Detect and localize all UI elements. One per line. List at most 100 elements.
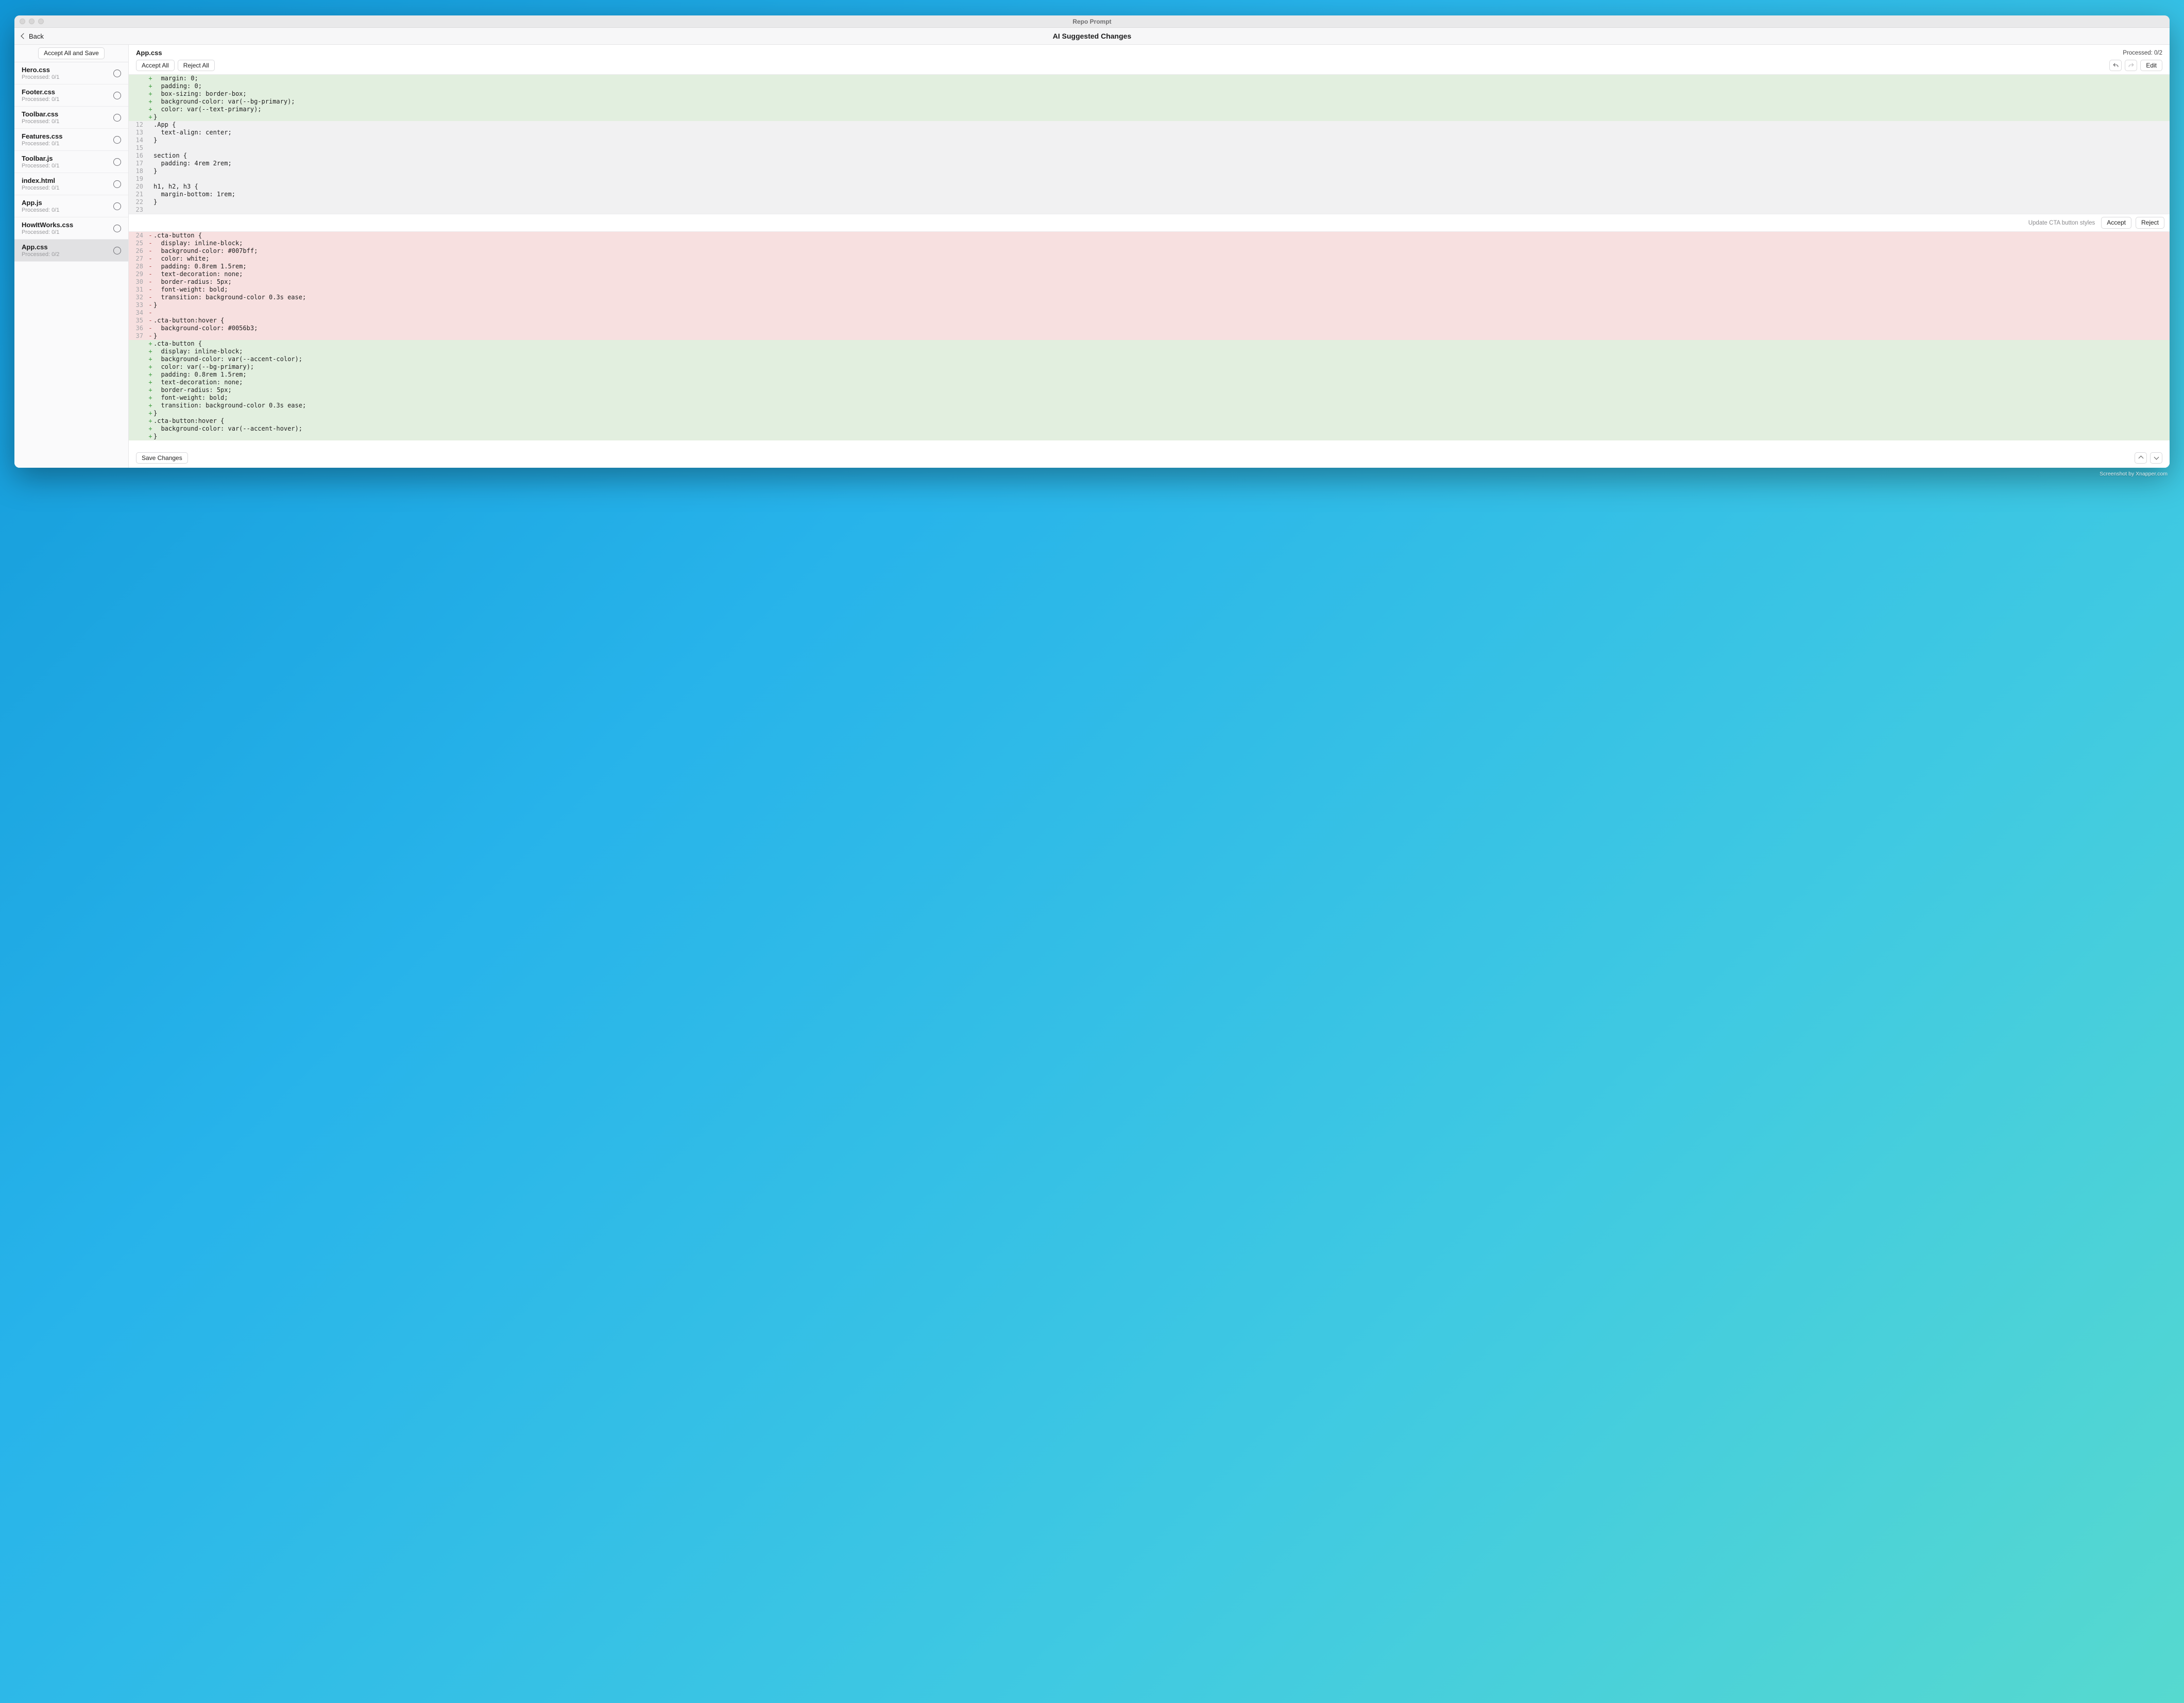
titlebar: Repo Prompt: [14, 15, 2170, 28]
file-name: App.css: [22, 243, 59, 251]
status-ring-icon: [113, 202, 121, 210]
file-item[interactable]: HowItWorks.cssProcessed: 0/1: [14, 217, 128, 240]
watermark: Screenshot by Xnapper.com: [14, 471, 2170, 477]
file-name: Toolbar.js: [22, 155, 59, 162]
diff-line: + padding: 0.8rem 1.5rem;: [129, 371, 2170, 379]
redo-button[interactable]: [2125, 60, 2137, 71]
diff-line: + padding: 0;: [129, 82, 2170, 90]
file-processed: Processed: 0/1: [22, 141, 63, 147]
diff-line: + color: var(--bg-primary);: [129, 363, 2170, 371]
hunk-description: Update CTA button styles: [2028, 220, 2095, 226]
next-hunk-button[interactable]: [2150, 452, 2162, 464]
app-title: Repo Prompt: [14, 18, 2170, 25]
footer: Save Changes: [129, 448, 2170, 468]
diff-line: 19: [129, 175, 2170, 183]
chevron-up-icon: [2138, 456, 2143, 461]
diff-scroll[interactable]: + margin: 0;+ padding: 0;+ box-sizing: b…: [129, 75, 2170, 448]
file-item[interactable]: Features.cssProcessed: 0/1: [14, 129, 128, 151]
file-item[interactable]: App.jsProcessed: 0/1: [14, 195, 128, 217]
file-name: Hero.css: [22, 66, 59, 74]
app-window: Repo Prompt Back AI Suggested Changes Ac…: [14, 15, 2170, 468]
diff-line: 31- font-weight: bold;: [129, 286, 2170, 294]
file-item[interactable]: Hero.cssProcessed: 0/1: [14, 62, 128, 84]
hunk-reject-button[interactable]: Reject: [2136, 217, 2164, 228]
edit-button[interactable]: Edit: [2140, 60, 2162, 71]
hunk-toolbar: Update CTA button styles Accept Reject: [129, 214, 2170, 231]
accept-all-button[interactable]: Accept All: [136, 60, 175, 71]
diff-line: + background-color: var(--accent-color);: [129, 355, 2170, 363]
file-processed: Processed: 0/2: [22, 251, 59, 258]
diff-line: 32- transition: background-color 0.3s ea…: [129, 294, 2170, 301]
diff-line: + display: inline-block;: [129, 348, 2170, 355]
file-title: App.css: [136, 49, 162, 57]
file-processed: Processed: 0/1: [22, 229, 73, 235]
accept-all-save-button[interactable]: Accept All and Save: [38, 47, 105, 59]
file-processed: Processed: 0/1: [22, 118, 59, 125]
diff-line: 37-}: [129, 332, 2170, 340]
diff-block-2: 24-.cta-button {25- display: inline-bloc…: [129, 232, 2170, 440]
diff-line: +.cta-button {: [129, 340, 2170, 348]
diff-line: 33-}: [129, 301, 2170, 309]
diff-line: 29- text-decoration: none;: [129, 270, 2170, 278]
diff-line: + border-radius: 5px;: [129, 386, 2170, 394]
sidebar-top: Accept All and Save: [14, 45, 128, 62]
diff-line: +}: [129, 433, 2170, 440]
diff-line: 30- border-radius: 5px;: [129, 278, 2170, 286]
file-list: Hero.cssProcessed: 0/1Footer.cssProcesse…: [14, 62, 128, 468]
reject-all-button[interactable]: Reject All: [178, 60, 215, 71]
file-item[interactable]: Toolbar.cssProcessed: 0/1: [14, 107, 128, 129]
file-item[interactable]: index.htmlProcessed: 0/1: [14, 173, 128, 195]
undo-button[interactable]: [2109, 60, 2122, 71]
diff-line: 26- background-color: #007bff;: [129, 247, 2170, 255]
diff-line: 15: [129, 144, 2170, 152]
diff-line: 28- padding: 0.8rem 1.5rem;: [129, 263, 2170, 270]
diff-line: 36- background-color: #0056b3;: [129, 325, 2170, 332]
diff-line: 17 padding: 4rem 2rem;: [129, 160, 2170, 167]
diff-line: +}: [129, 410, 2170, 417]
diff-line: 14}: [129, 137, 2170, 144]
diff-line: +}: [129, 113, 2170, 121]
file-name: App.js: [22, 199, 59, 207]
file-item[interactable]: Toolbar.jsProcessed: 0/1: [14, 151, 128, 173]
file-processed: Processed: 0/1: [22, 163, 59, 169]
file-processed: Processed: 0/1: [22, 96, 59, 103]
file-name: Toolbar.css: [22, 110, 59, 118]
file-item[interactable]: Footer.cssProcessed: 0/1: [14, 84, 128, 107]
redo-icon: [2128, 62, 2135, 69]
file-name: Footer.css: [22, 88, 59, 96]
diff-line: + background-color: var(--accent-hover);: [129, 425, 2170, 433]
status-ring-icon: [113, 158, 121, 166]
diff-line: 20h1, h2, h3 {: [129, 183, 2170, 191]
body: Accept All and Save Hero.cssProcessed: 0…: [14, 45, 2170, 468]
undo-icon: [2112, 62, 2119, 69]
status-ring-icon: [113, 247, 121, 254]
hunk-accept-button[interactable]: Accept: [2101, 217, 2131, 228]
chevron-down-icon: [2154, 455, 2159, 460]
status-ring-icon: [113, 70, 121, 77]
diff-line: 23: [129, 206, 2170, 214]
diff-line: 25- display: inline-block;: [129, 240, 2170, 247]
sidebar: Accept All and Save Hero.cssProcessed: 0…: [14, 45, 129, 468]
diff-line: 34-: [129, 309, 2170, 317]
diff-line: 22}: [129, 198, 2170, 206]
status-ring-icon: [113, 225, 121, 232]
diff-line: 12.App {: [129, 121, 2170, 129]
status-ring-icon: [113, 136, 121, 144]
file-name: Features.css: [22, 132, 63, 140]
diff-line: 21 margin-bottom: 1rem;: [129, 191, 2170, 198]
diff-line: 35-.cta-button:hover {: [129, 317, 2170, 325]
main: App.css Processed: 0/2 Accept All Reject…: [129, 45, 2170, 468]
diff-line: + color: var(--text-primary);: [129, 106, 2170, 113]
file-item[interactable]: App.cssProcessed: 0/2: [14, 240, 128, 262]
diff-line: + margin: 0;: [129, 75, 2170, 82]
prev-hunk-button[interactable]: [2135, 452, 2147, 464]
diff-line: + transition: background-color 0.3s ease…: [129, 402, 2170, 410]
save-changes-button[interactable]: Save Changes: [136, 452, 188, 464]
diff-line: 18}: [129, 167, 2170, 175]
main-head: App.css Processed: 0/2 Accept All Reject…: [129, 45, 2170, 75]
file-name: index.html: [22, 177, 59, 184]
file-name: HowItWorks.css: [22, 221, 73, 229]
file-processed: Processed: 0/1: [22, 74, 59, 80]
page-title: AI Suggested Changes: [14, 32, 2170, 40]
status-ring-icon: [113, 180, 121, 188]
